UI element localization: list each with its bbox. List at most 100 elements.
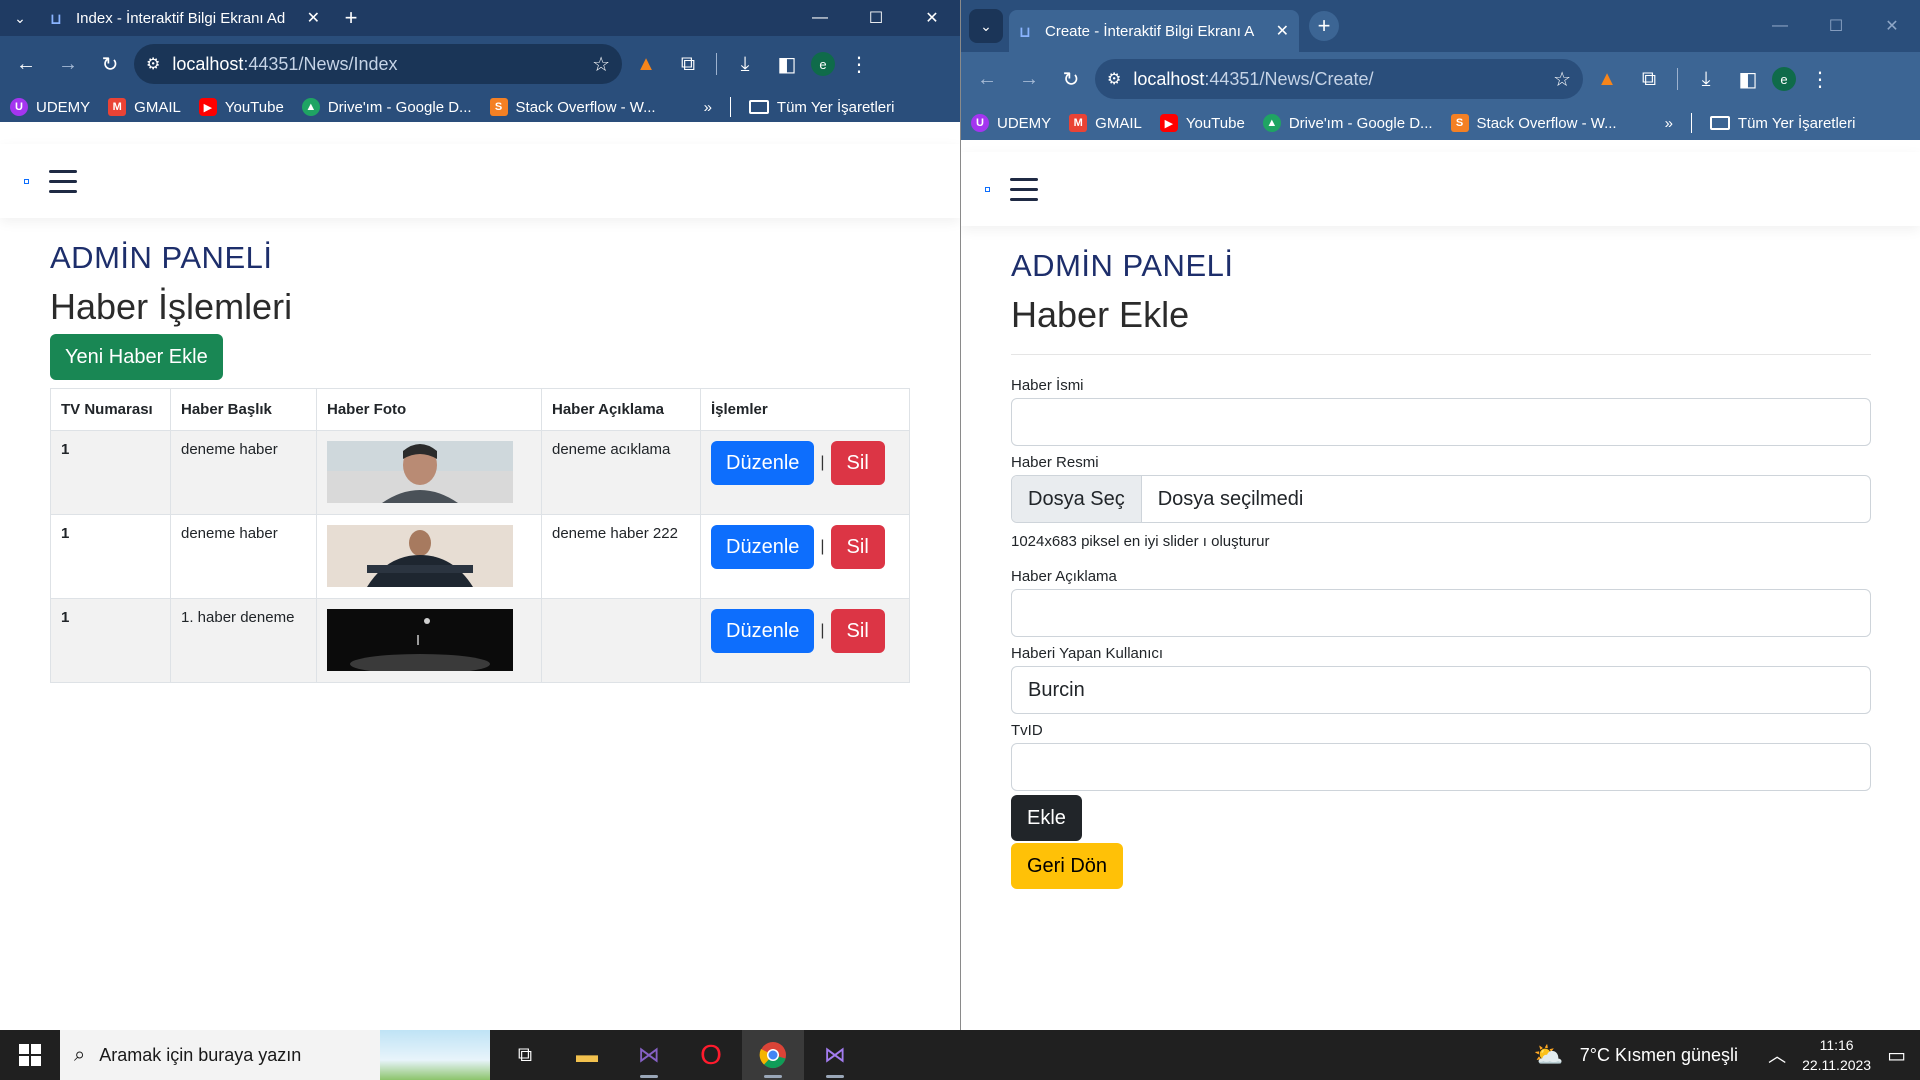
bookmark-drive[interactable]: ▲ Drive'ım - Google D... — [301, 98, 472, 116]
start-button[interactable] — [0, 1030, 60, 1080]
actions-cell: Düzenle | Sil — [700, 598, 910, 683]
bookmark-udemy[interactable]: U UDEMY — [10, 98, 90, 116]
back-arrow-icon[interactable]: ← — [969, 61, 1005, 97]
author-input[interactable]: Burcin — [1011, 666, 1871, 714]
reload-icon[interactable]: ↻ — [92, 46, 128, 82]
news-title-cell: 1. haber deneme — [170, 598, 317, 683]
tab-create[interactable]: ⊔ Create - İnteraktif Bilgi Ekranı A ✕ — [1009, 10, 1299, 52]
download-icon[interactable]: ⤓ — [727, 46, 763, 82]
forward-arrow-icon[interactable]: → — [50, 46, 86, 82]
address-bar[interactable]: ⚙ localhost:44351/News/Create/ ☆ — [1095, 59, 1583, 99]
bookmark-udemy[interactable]: U UDEMY — [971, 114, 1051, 132]
bookmark-stackoverflow[interactable]: S Stack Overflow - W... — [489, 98, 656, 116]
bookmark-drive[interactable]: ▲ Drive'ım - Google D... — [1262, 114, 1433, 132]
site-settings-icon[interactable]: ⚙ — [146, 54, 160, 74]
all-bookmarks-folder[interactable]: Tüm Yer İşaretleri — [748, 99, 894, 116]
delete-button[interactable]: Sil — [830, 609, 885, 653]
news-description-cell: deneme haber 222 — [541, 514, 701, 599]
gmail-icon: M — [108, 98, 127, 116]
navbar-logo-icon[interactable] — [24, 178, 29, 184]
show-hidden-icons-chevron-icon[interactable]: ︿ — [1768, 1042, 1786, 1068]
tvid-input[interactable] — [1011, 743, 1871, 791]
search-placeholder: Aramak için buraya yazın — [99, 1044, 302, 1065]
profile-avatar[interactable]: e — [811, 52, 835, 76]
kebab-menu-icon[interactable]: ⋮ — [1802, 61, 1838, 97]
taskbar-search-box[interactable]: ⌕ Aramak için buraya yazın — [60, 1030, 490, 1080]
opera-icon[interactable]: O — [680, 1030, 742, 1080]
bookmarks-overflow-icon[interactable]: » — [1665, 115, 1673, 132]
edit-button[interactable]: Düzenle — [711, 609, 815, 653]
bookmark-youtube[interactable]: ▶ YouTube — [198, 98, 284, 116]
metamask-extension-icon[interactable]: ▲ — [1589, 61, 1625, 97]
weather-text[interactable]: 7°C Kısmen güneşli — [1580, 1045, 1738, 1066]
taskbar-clock[interactable]: 11:16 22.11.2023 — [1802, 1035, 1871, 1075]
tab-search-chevron-icon[interactable]: ⌄ — [969, 9, 1003, 43]
image-size-hint: 1024x683 piksel en iyi slider ı oluşturu… — [1011, 533, 1270, 550]
hamburger-menu-icon[interactable] — [49, 169, 77, 193]
notification-center-icon[interactable]: ▭ — [1887, 1043, 1906, 1068]
kebab-menu-icon[interactable]: ⋮ — [841, 46, 877, 82]
choose-file-button[interactable]: Dosya Seç — [1012, 476, 1142, 522]
hamburger-menu-icon[interactable] — [1010, 177, 1038, 201]
maximize-icon[interactable]: ☐ — [1808, 0, 1864, 52]
url-text[interactable]: localhost:44351/News/Create/ — [1133, 69, 1541, 90]
chrome-icon[interactable] — [742, 1030, 804, 1080]
profile-avatar[interactable]: e — [1772, 67, 1796, 91]
form-divider — [1011, 354, 1871, 355]
site-settings-icon[interactable]: ⚙ — [1107, 69, 1121, 89]
back-arrow-icon[interactable]: ← — [8, 46, 44, 82]
visual-studio-code-icon[interactable]: ⋈ — [618, 1030, 680, 1080]
bookmark-star-icon[interactable]: ☆ — [592, 52, 610, 77]
url-text[interactable]: localhost:44351/News/Index — [172, 54, 580, 75]
minimize-icon[interactable]: — — [1752, 0, 1808, 52]
tab-close-icon[interactable]: ✕ — [307, 8, 320, 28]
bookmark-star-icon[interactable]: ☆ — [1553, 67, 1571, 92]
news-image-file-input[interactable]: Dosya Seç Dosya seçilmedi — [1011, 475, 1871, 523]
actions-cell: Düzenle | Sil — [700, 430, 910, 515]
all-bookmarks-folder[interactable]: Tüm Yer İşaretleri — [1709, 115, 1855, 132]
page-content: ADMİN PANELİ Haber Ekle Haber İsmi Haber… — [961, 152, 1920, 1030]
side-panel-icon[interactable]: ◧ — [1730, 61, 1766, 97]
bookmarks-bar: U UDEMY M GMAIL ▶ YouTube ▲ Drive'ım - Googl… — [961, 106, 1920, 140]
delete-button[interactable]: Sil — [830, 525, 885, 569]
bookmark-youtube[interactable]: ▶ YouTube — [1159, 114, 1245, 132]
edit-button[interactable]: Düzenle — [711, 441, 815, 485]
column-header: Haber Foto — [316, 388, 542, 431]
delete-button[interactable]: Sil — [830, 441, 885, 485]
side-panel-icon[interactable]: ◧ — [769, 46, 805, 82]
news-name-input[interactable] — [1011, 398, 1871, 446]
bookmark-stackoverflow[interactable]: S Stack Overflow - W... — [1450, 114, 1617, 132]
forward-arrow-icon[interactable]: → — [1011, 61, 1047, 97]
action-separator: | — [820, 622, 825, 639]
tab-index[interactable]: ⊔ Index - İnteraktif Bilgi Ekranı Ad ✕ — [40, 0, 330, 36]
close-window-icon[interactable]: ✕ — [904, 0, 960, 36]
tab-close-icon[interactable]: ✕ — [1276, 21, 1289, 41]
bookmark-gmail[interactable]: M GMAIL — [1069, 114, 1142, 132]
reload-icon[interactable]: ↻ — [1053, 61, 1089, 97]
new-tab-plus-icon[interactable]: + — [336, 3, 366, 33]
submit-add-button[interactable]: Ekle — [1011, 795, 1082, 841]
new-tab-plus-icon[interactable]: + — [1309, 11, 1339, 41]
address-bar[interactable]: ⚙ localhost:44351/News/Index ☆ — [134, 44, 622, 84]
extensions-puzzle-icon[interactable]: ⧉ — [670, 46, 706, 82]
bookmark-gmail[interactable]: M GMAIL — [108, 98, 181, 116]
navbar-logo-icon[interactable] — [985, 186, 990, 192]
extensions-puzzle-icon[interactable]: ⧉ — [1631, 61, 1667, 97]
maximize-icon[interactable]: ☐ — [848, 0, 904, 36]
metamask-extension-icon[interactable]: ▲ — [628, 46, 664, 82]
bookmarks-overflow-icon[interactable]: » — [704, 99, 712, 116]
weather-partly-sunny-icon[interactable]: ⛅ — [1534, 1041, 1564, 1070]
file-explorer-icon[interactable]: ▬ — [556, 1030, 618, 1080]
visual-studio-icon[interactable]: ⋈ — [804, 1030, 866, 1080]
tab-title: Create - İnteraktif Bilgi Ekranı A — [1045, 22, 1255, 40]
news-description-input[interactable] — [1011, 589, 1871, 637]
download-icon[interactable]: ⤓ — [1688, 61, 1724, 97]
edit-button[interactable]: Düzenle — [711, 525, 815, 569]
go-back-button[interactable]: Geri Dön — [1011, 843, 1124, 889]
minimize-icon[interactable]: — — [792, 0, 848, 36]
task-view-icon[interactable]: ⧉ — [494, 1030, 556, 1080]
close-window-icon[interactable]: ✕ — [1864, 0, 1920, 52]
add-news-button[interactable]: Yeni Haber Ekle — [50, 334, 223, 380]
system-tray: ⛅ 7°C Kısmen güneşli ︿ 11:16 22.11.2023 … — [1534, 1030, 1920, 1080]
tab-search-chevron-icon[interactable]: ⌄ — [0, 0, 40, 36]
